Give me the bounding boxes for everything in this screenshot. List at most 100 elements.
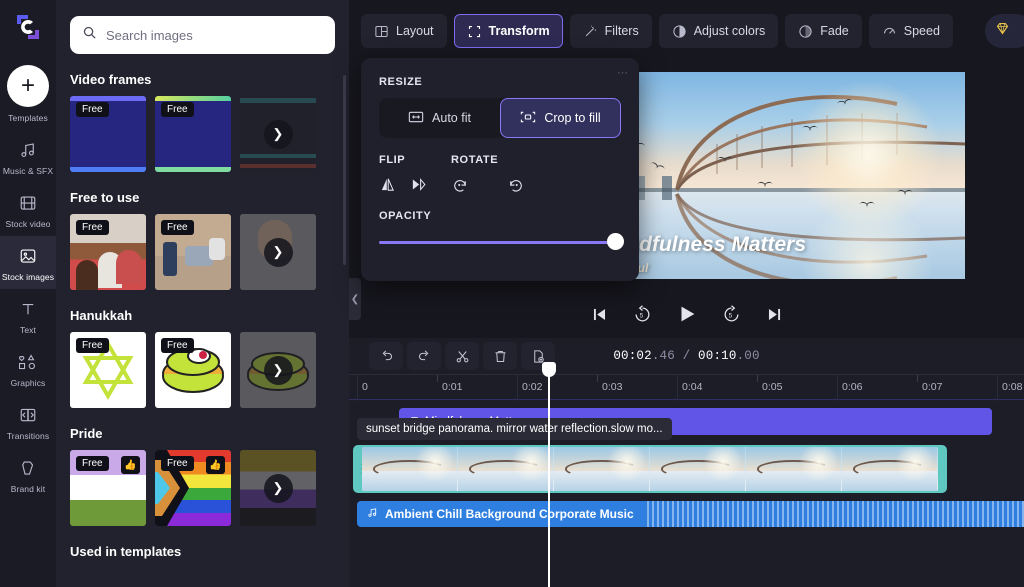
- section-title-used-in-templates: Used in templates: [70, 544, 182, 559]
- opacity-slider[interactable]: [379, 233, 624, 250]
- auto-fit-label: Auto fit: [432, 111, 471, 125]
- skip-to-start-icon[interactable]: [590, 305, 609, 324]
- more-overlay[interactable]: ❯: [240, 214, 316, 290]
- thumbs-up-icon[interactable]: 👍: [206, 456, 225, 474]
- timeline-toolbar: 00:02.46 / 00:10.00: [349, 338, 1024, 374]
- ruler-label: 0:06: [842, 381, 863, 393]
- auto-fit-button[interactable]: Auto fit: [379, 98, 500, 138]
- thumb-item[interactable]: Free: [70, 332, 146, 408]
- play-icon[interactable]: [676, 303, 698, 325]
- section-title-free-to-use: Free to use: [70, 190, 140, 205]
- timeline-playhead[interactable]: [542, 362, 556, 587]
- rewind-5-icon[interactable]: 5: [633, 304, 652, 324]
- premium-upgrade-button[interactable]: [985, 14, 1024, 48]
- brand-kit-icon: [19, 457, 37, 479]
- flip-horizontal-icon[interactable]: [410, 176, 427, 193]
- thumb-item[interactable]: Free 👍: [155, 450, 231, 526]
- thumb-item-more[interactable]: ❯: [240, 214, 316, 290]
- thumb-item[interactable]: Free: [70, 96, 146, 172]
- thumbs-up-icon[interactable]: 👍: [121, 456, 140, 474]
- thumb-item[interactable]: Free: [155, 332, 231, 408]
- frame-bar-top: [70, 96, 146, 101]
- more-overlay[interactable]: ❯: [240, 96, 316, 172]
- flip-vertical-icon[interactable]: [379, 176, 396, 193]
- video-preview[interactable]: Mindfulness Matters Blissful: [597, 72, 965, 279]
- thumb-item[interactable]: Free 👍: [70, 450, 146, 526]
- text-icon: [19, 298, 37, 320]
- image-icon: [19, 245, 37, 267]
- free-badge: Free: [76, 220, 109, 235]
- tab-label: Layout: [396, 24, 434, 38]
- rotate-right-icon[interactable]: [483, 176, 522, 194]
- ruler-tick-minor: [597, 375, 598, 382]
- video-thumbnail-strip: [362, 447, 938, 491]
- collapse-panel-button[interactable]: ❮: [349, 278, 361, 320]
- playback-controls: 5 5: [349, 296, 1024, 332]
- audio-clip[interactable]: Ambient Chill Background Corporate Music: [357, 501, 1024, 527]
- thumb-item[interactable]: Free: [155, 214, 231, 290]
- tab-fade[interactable]: Fade: [785, 14, 862, 48]
- ruler-tick: [997, 375, 998, 401]
- audio-waveform: [647, 501, 1024, 527]
- tab-transform[interactable]: Transform: [453, 14, 563, 48]
- undo-icon[interactable]: [369, 342, 403, 370]
- rotate-left-icon[interactable]: [451, 176, 469, 194]
- section-title-hanukkah: Hanukkah: [70, 308, 133, 323]
- browser-scrollbar[interactable]: [343, 75, 346, 265]
- thumb-item-more[interactable]: ❯: [240, 332, 316, 408]
- sufganiyah-donut-icon: [162, 348, 224, 393]
- timeline-tracks: Mindfulness Matters sunset bridge panora…: [349, 400, 1024, 587]
- sidebar-item-templates[interactable]: + Templates: [0, 56, 56, 130]
- search-input[interactable]: [106, 27, 323, 43]
- search-box[interactable]: [70, 16, 335, 54]
- search-wrapper: [56, 16, 349, 54]
- sidebar-item-brand-kit[interactable]: Brand kit: [0, 448, 56, 501]
- sidebar-item-transitions[interactable]: Transitions: [0, 395, 56, 448]
- video-clip[interactable]: ⋮⋮ ⋮⋮: [353, 445, 947, 493]
- delete-trash-icon[interactable]: [483, 342, 517, 370]
- sidebar-item-label: Templates: [8, 113, 48, 123]
- frame-bar-bottom: [155, 167, 231, 172]
- tab-layout[interactable]: Layout: [361, 14, 447, 48]
- playhead-handle[interactable]: [542, 362, 556, 377]
- more-overlay[interactable]: ❯: [240, 450, 316, 526]
- sidebar-item-stock-video[interactable]: Stock video: [0, 183, 56, 236]
- thumb-item-more[interactable]: ❯: [240, 450, 316, 526]
- drag-handle-icon[interactable]: ⋯: [617, 66, 629, 79]
- redo-icon[interactable]: [407, 342, 441, 370]
- sidebar-item-text[interactable]: Text: [0, 289, 56, 342]
- tab-filters[interactable]: Filters: [569, 14, 652, 48]
- ruler-label: 0:01: [442, 381, 463, 393]
- auto-fit-icon: [408, 110, 424, 127]
- sidebar-item-label: Stock images: [1, 272, 55, 282]
- timeline: 00:02.46 / 00:10.00 0 0:01 0:02 0:03 0:0…: [349, 338, 1024, 587]
- thumb-item[interactable]: Free: [155, 96, 231, 172]
- thumb-item[interactable]: Free: [70, 214, 146, 290]
- flip-group: FLIP: [379, 154, 451, 194]
- diamond-icon: [994, 20, 1011, 42]
- split-scissors-icon[interactable]: [445, 342, 479, 370]
- editor-main: Layout Transform Filters Adjust colors F…: [349, 0, 1024, 587]
- left-nav-rail: + Templates Music & SFX Stock video Stoc…: [0, 0, 56, 587]
- tab-adjust-colors[interactable]: Adjust colors: [658, 14, 779, 48]
- more-overlay[interactable]: ❯: [240, 332, 316, 408]
- crop-to-fill-button[interactable]: Crop to fill: [500, 98, 621, 138]
- bird-icon: [802, 126, 818, 133]
- sidebar-item-graphics[interactable]: Graphics: [0, 342, 56, 395]
- timeline-ruler[interactable]: 0 0:01 0:02 0:03 0:04 0:05 0:06 0:07 0:0…: [349, 374, 1024, 401]
- tab-label: Filters: [604, 24, 639, 38]
- skip-to-end-icon[interactable]: [765, 305, 784, 324]
- thumb-row-video-frames: Free Free ❯: [56, 96, 349, 172]
- clipchamp-editor: + Templates Music & SFX Stock video Stoc…: [0, 0, 1024, 587]
- person-shape: [209, 238, 225, 260]
- speed-icon: [882, 24, 897, 39]
- search-icon: [82, 25, 97, 45]
- tab-speed[interactable]: Speed: [868, 14, 953, 48]
- sidebar-item-stock-images[interactable]: Stock images: [0, 236, 56, 289]
- chevron-right-icon: ❯: [263, 473, 293, 503]
- forward-5-icon[interactable]: 5: [722, 304, 741, 324]
- thumb-item-more[interactable]: ❯: [240, 96, 316, 172]
- sidebar-item-music-sfx[interactable]: Music & SFX: [0, 130, 56, 183]
- slider-knob[interactable]: [607, 233, 624, 250]
- thumb-row-hanukkah: Free Free ❯: [56, 332, 349, 408]
